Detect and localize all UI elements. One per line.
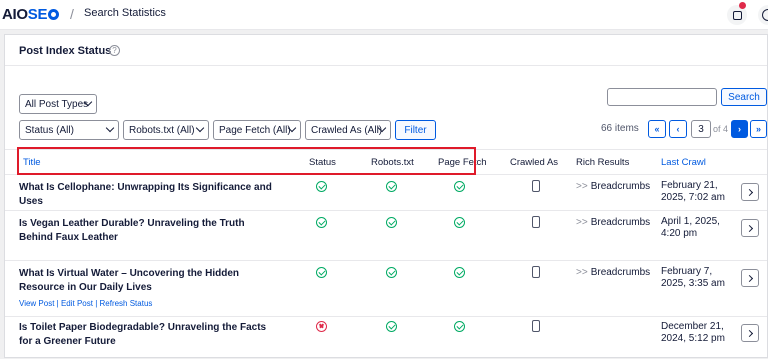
expand-row-button[interactable] <box>741 183 759 201</box>
success-icon <box>454 267 465 278</box>
chevron-down-icon <box>195 123 205 133</box>
divider <box>5 65 767 66</box>
last-crawl: February 21, 2025, 7:02 am <box>661 180 725 203</box>
last-page-button[interactable]: » <box>750 120 767 138</box>
notification-dot <box>739 2 746 9</box>
breadcrumb: Search Statistics <box>84 7 166 19</box>
post-types-value: All Post Types <box>25 99 89 110</box>
column-crawled-as: Crawled As <box>510 157 559 168</box>
table-row: Is Vegan Leather Durable? Unraveling the… <box>5 211 767 261</box>
mobile-icon <box>532 320 540 332</box>
breadcrumb-separator: / <box>70 6 74 22</box>
success-icon <box>454 217 465 228</box>
crawled-as-value: Crawled As (All) <box>311 125 383 136</box>
page-fetch-select[interactable]: Page Fetch (All) <box>213 120 301 140</box>
post-title[interactable]: What Is Cellophane: Unwrapping Its Signi… <box>19 181 279 209</box>
rich-results: >> Breadcrumbs <box>576 181 650 192</box>
last-crawl: February 7, 2025, 3:35 am <box>661 266 725 289</box>
next-page-button[interactable]: › <box>731 120 748 138</box>
success-icon <box>386 181 397 192</box>
prev-page-button[interactable]: ‹ <box>669 120 687 138</box>
search-input[interactable] <box>607 88 717 106</box>
rich-results: >> Breadcrumbs <box>576 217 650 228</box>
chevrons-icon: >> <box>576 181 588 192</box>
aioseo-logo[interactable]: AIOSE <box>2 6 60 23</box>
status-select[interactable]: Status (All) <box>19 120 119 140</box>
column-rich-results: Rich Results <box>576 157 630 168</box>
expand-row-button[interactable] <box>741 324 759 342</box>
success-icon <box>316 267 327 278</box>
row-actions[interactable]: View Post | Edit Post | Refresh Status <box>19 299 152 308</box>
table-row: What Is Cellophane: Unwrapping Its Signi… <box>5 175 767 211</box>
inbox-icon[interactable] <box>727 2 747 25</box>
expand-row-button[interactable] <box>741 219 759 237</box>
success-icon <box>316 181 327 192</box>
success-icon <box>386 217 397 228</box>
last-crawl: April 1, 2025, 4:20 pm <box>661 216 720 239</box>
card-title: Post Index Status <box>19 45 112 57</box>
rich-results: >> Breadcrumbs <box>576 267 650 278</box>
first-page-button[interactable]: « <box>648 120 666 138</box>
help-icon[interactable] <box>758 5 768 25</box>
page-fetch-value: Page Fetch (All) <box>219 125 291 136</box>
logo-text-b: SE <box>27 6 48 23</box>
rich-results-label: Breadcrumbs <box>590 217 651 228</box>
chevrons-icon: >> <box>576 217 588 228</box>
mobile-icon <box>532 266 540 278</box>
chevron-down-icon <box>105 123 115 133</box>
post-title[interactable]: What Is Virtual Water – Uncovering the H… <box>19 267 279 295</box>
crawled-as-select[interactable]: Crawled As (All) <box>305 120 391 140</box>
post-index-status-card: Post Index Status ? All Post Types Statu… <box>4 34 768 358</box>
logo-text-a: AIO <box>2 6 28 23</box>
status-value: Status (All) <box>25 125 74 136</box>
search-button[interactable]: Search <box>721 88 767 106</box>
success-icon <box>386 267 397 278</box>
top-bar: AIOSE / Search Statistics <box>0 0 768 30</box>
table-row: What Is Virtual Water – Uncovering the H… <box>5 261 767 317</box>
post-title[interactable]: Is Toilet Paper Biodegradable? Unravelin… <box>19 321 279 349</box>
rich-results-label: Breadcrumbs <box>590 181 651 192</box>
robots-value: Robots.txt (All) <box>129 125 195 136</box>
logo-gear-icon <box>48 9 60 20</box>
last-crawl: December 21, 2024, 5:12 pm <box>661 321 725 344</box>
post-title[interactable]: Is Vegan Leather Durable? Unraveling the… <box>19 217 279 245</box>
chevrons-icon: >> <box>576 267 588 278</box>
success-icon <box>386 321 397 332</box>
success-icon <box>316 217 327 228</box>
column-last-crawl[interactable]: Last Crawl <box>661 157 706 168</box>
total-pages: of 4 <box>713 124 729 134</box>
rich-results-label: Breadcrumbs <box>590 267 651 278</box>
success-icon <box>454 181 465 192</box>
mobile-icon <box>532 180 540 192</box>
robots-select[interactable]: Robots.txt (All) <box>123 120 209 140</box>
current-page-input[interactable]: 3 <box>691 120 711 138</box>
filter-button[interactable]: Filter <box>395 120 436 140</box>
table-row: Is Toilet Paper Biodegradable? Unravelin… <box>5 317 767 359</box>
expand-row-button[interactable] <box>741 269 759 287</box>
post-types-select[interactable]: All Post Types <box>19 94 97 114</box>
items-count: 66 items <box>601 123 639 134</box>
question-icon[interactable]: ? <box>109 45 120 56</box>
highlight-box <box>17 147 476 175</box>
error-icon <box>316 321 327 332</box>
success-icon <box>454 321 465 332</box>
mobile-icon <box>532 216 540 228</box>
